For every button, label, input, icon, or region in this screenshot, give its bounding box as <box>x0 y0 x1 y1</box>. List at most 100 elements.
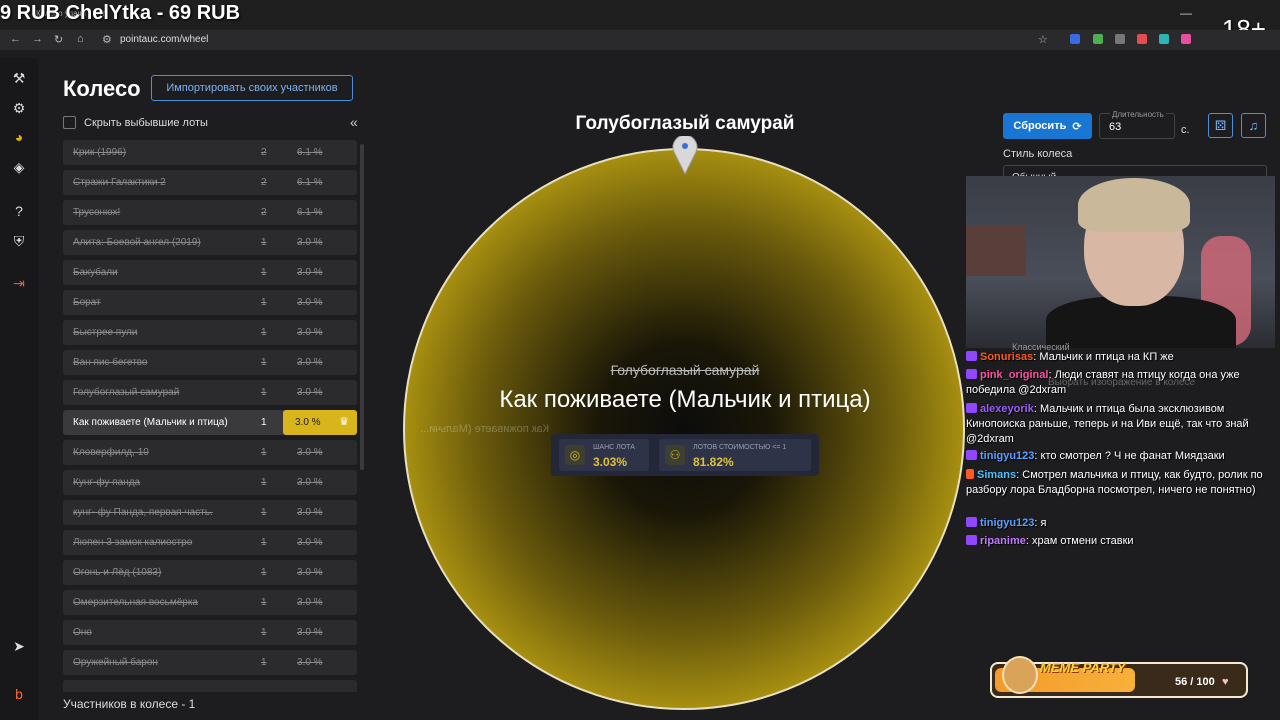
settings-gear-icon[interactable]: ⚙ <box>10 100 28 117</box>
layers-icon[interactable]: ◈ <box>10 159 28 176</box>
extension-icon[interactable] <box>1070 34 1080 44</box>
forward-icon[interactable]: → <box>32 33 43 45</box>
chat-text: кто смотрел ? Ч не фанат Миядзаки <box>1040 450 1225 462</box>
boosty-icon[interactable]: b <box>10 686 28 702</box>
hide-eliminated-checkbox[interactable] <box>63 116 76 129</box>
lot-row[interactable]: Оружейный барон 1 3.0 % <box>63 650 357 675</box>
lot-percent: 3.0 % <box>297 357 323 368</box>
home-icon[interactable]: ⌂ <box>77 33 84 45</box>
winner-crown-icon: ♛ <box>339 416 349 428</box>
lot-row[interactable]: Крик (1996) 2 6.1 % <box>63 140 357 165</box>
lot-row[interactable]: Ван пис бегетво 1 3.0 % <box>63 350 357 375</box>
lot-row[interactable]: Огонь и Лёд (1083) 1 3.0 % <box>63 560 357 585</box>
bookmark-star-icon[interactable]: ☆ <box>1038 33 1048 46</box>
minimize-icon[interactable]: — <box>1180 6 1192 20</box>
lot-row[interactable]: Быстрее пули 1 3.0 % <box>63 320 357 345</box>
chat-text: я <box>1040 517 1047 529</box>
chat-username: Sonurisas <box>980 351 1034 363</box>
lot-list-scrollbar[interactable] <box>360 144 364 470</box>
twitch-badge-icon <box>966 403 977 413</box>
lot-percent: 3.0 % <box>297 597 323 608</box>
people-icon: ⚇ <box>665 445 685 465</box>
random-dice-button[interactable]: ⚄ <box>1208 113 1233 138</box>
lot-row[interactable]: кунг- фу Панда, первая часть. 1 3.0 % <box>63 500 357 525</box>
lot-row[interactable]: Борат 1 3.0 % <box>63 290 357 315</box>
reload-icon[interactable]: ↻ <box>54 33 63 46</box>
shield-icon[interactable]: ⛨ <box>10 233 28 250</box>
music-button[interactable]: ♫ <box>1241 113 1266 138</box>
hide-eliminated-toggle[interactable]: Скрыть выбывшие лоты <box>63 116 208 129</box>
lot-count: 1 <box>261 597 267 608</box>
lot-count: 2 <box>261 207 267 218</box>
chat-message: tinigyu123: я <box>966 516 1266 531</box>
lot-count: 1 <box>261 627 267 638</box>
lot-percent: 6.1 % <box>297 207 323 218</box>
lots-cost-value: 81.82% <box>693 455 734 469</box>
wheel-pie-icon[interactable]: ◕ <box>10 129 28 145</box>
lot-row[interactable]: Бахубали 1 3.0 % <box>63 260 357 285</box>
back-icon[interactable]: ← <box>10 33 21 45</box>
chat-username: ripanime <box>980 535 1026 547</box>
reset-button-label: Сбросить <box>1013 120 1067 132</box>
telegram-icon[interactable]: ➤ <box>10 638 28 655</box>
lot-percent: 3.0 % <box>297 447 323 458</box>
lot-chance-value: 3.03% <box>593 455 628 469</box>
lot-name: Оно <box>73 627 92 638</box>
lot-name: Быстрее пули <box>73 327 138 338</box>
lot-percent: 6.1 % <box>297 147 323 158</box>
boosty-badge-icon <box>966 469 974 479</box>
extension-icon[interactable] <box>1159 34 1169 44</box>
lot-name: Крик (1996) <box>73 147 127 158</box>
current-result-name: Как поживаете (Мальчик и птица) <box>499 386 871 413</box>
lot-percent: 3.0 % <box>297 657 323 668</box>
lot-row[interactable]: Стражи Галактики 2 2 6.1 % <box>63 170 357 195</box>
import-participants-button[interactable]: Импортировать своих участников <box>151 75 353 101</box>
webcam-person-hair <box>1078 178 1190 232</box>
extension-icon[interactable] <box>1115 34 1125 44</box>
lot-list: Крик (1996) 2 6.1 % Стражи Галактики 2 2 6.1 … <box>63 140 357 692</box>
doge-icon <box>1002 656 1038 694</box>
lot-row[interactable] <box>63 680 357 692</box>
chat-username: tinigyu123 <box>980 517 1035 529</box>
lots-cost-label: ЛОТОВ СТОИМОСТЬЮ <= 1 <box>693 444 787 451</box>
lot-count: 1 <box>261 267 267 278</box>
lot-name: Алита: Боевой ангел (2019) <box>73 237 201 248</box>
url-field[interactable]: pointauc.com/wheel <box>120 34 208 45</box>
lot-name: Голубоглазый самурай <box>73 387 180 398</box>
winner-title: Голубоглазый самурай <box>575 113 795 134</box>
lot-row-active[interactable]: Как поживаете (Мальчик и птица) 1 3.0 % ♛ <box>63 410 357 435</box>
lot-row[interactable]: Оно 1 3.0 % <box>63 620 357 645</box>
extension-icon[interactable] <box>1181 34 1191 44</box>
chat-username: pink_original <box>980 369 1049 381</box>
lot-name: Борат <box>73 297 101 308</box>
lot-row[interactable]: Кловерфилд, 10 1 3.0 % <box>63 440 357 465</box>
collapse-panel-icon[interactable]: « <box>350 114 358 130</box>
reset-button[interactable]: Сбросить ⟳ <box>1003 113 1092 139</box>
lot-row[interactable]: Голубоглазый самурай 1 3.0 % <box>63 380 357 405</box>
lot-count: 2 <box>261 147 267 158</box>
extension-icon[interactable] <box>1093 34 1103 44</box>
chat-text: Мальчик и птица на КП же <box>1039 351 1174 363</box>
lot-row[interactable]: Омерзительная восьмёрка 1 3.0 % <box>63 590 357 615</box>
logout-icon[interactable]: ⇥ <box>10 275 28 292</box>
lot-row[interactable]: Люпен 3 замок калиостро 1 3.0 % <box>63 530 357 555</box>
lot-row[interactable]: Трусонюх! 2 6.1 % <box>63 200 357 225</box>
site-info-icon[interactable]: ⚙ <box>102 33 112 46</box>
twitch-badge-icon <box>966 450 977 460</box>
webcam-overlay <box>966 176 1275 348</box>
webcam-shelf <box>966 226 1026 276</box>
previous-result-name: Голубоглазый самурай <box>610 362 760 378</box>
extension-icon[interactable] <box>1137 34 1147 44</box>
auction-hammer-icon[interactable]: ⚒ <box>10 70 28 87</box>
lot-row[interactable]: Кунг-фу панда 1 3.0 % <box>63 470 357 495</box>
chat-username: tinigyu123 <box>980 450 1035 462</box>
lot-chance-label: ШАНС ЛОТА <box>593 444 635 451</box>
lot-count: 1 <box>261 237 267 248</box>
lot-count: 1 <box>261 327 267 338</box>
help-icon[interactable]: ? <box>10 203 28 219</box>
lot-percent: 3.0 % <box>297 567 323 578</box>
chat-message: tinigyu123: кто смотрел ? Ч не фанат Мия… <box>966 449 1266 464</box>
lot-row[interactable]: Алита: Боевой ангел (2019) 1 3.0 % <box>63 230 357 255</box>
lot-percent: 3.0 % <box>297 477 323 488</box>
lot-count: 1 <box>261 567 267 578</box>
